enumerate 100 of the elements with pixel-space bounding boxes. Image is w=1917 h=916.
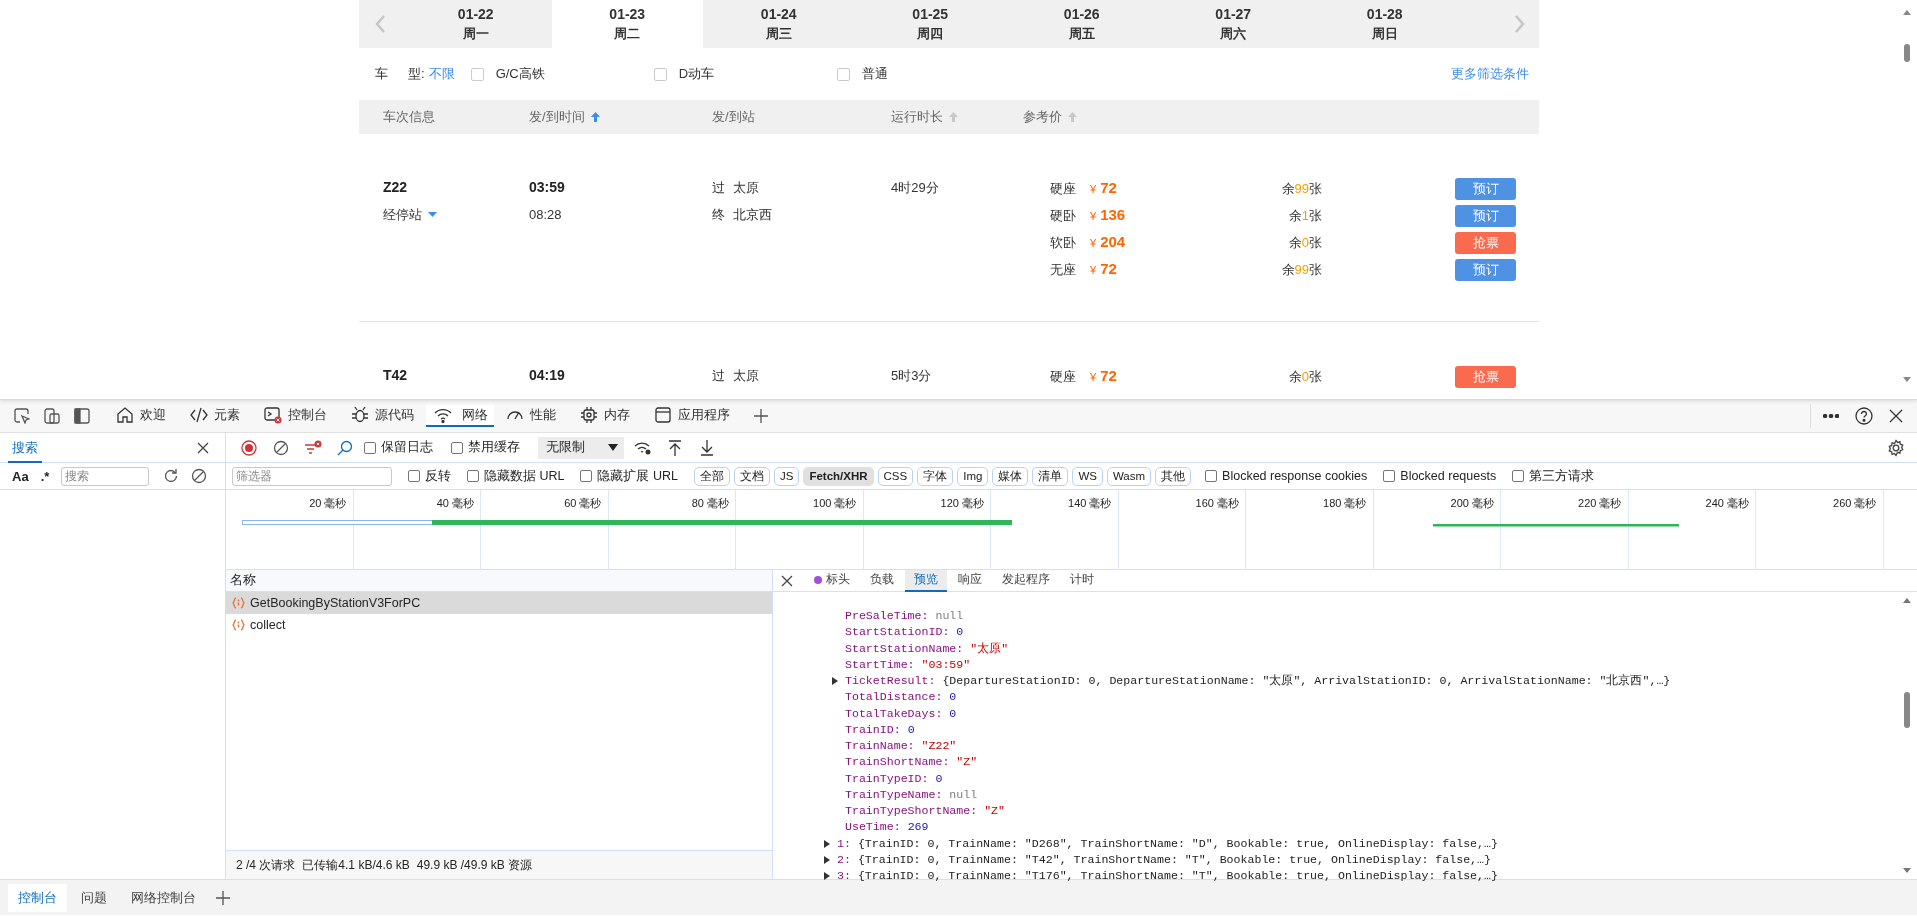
date-tab[interactable]: 01-22 周一 — [400, 0, 552, 48]
devtools-tab[interactable]: 源代码 — [339, 400, 426, 432]
match-case-toggle[interactable]: Aa — [12, 468, 29, 484]
close-icon[interactable] — [1889, 409, 1903, 423]
stops-link[interactable]: 经停站 — [383, 201, 437, 228]
checkbox[interactable] — [1205, 470, 1218, 482]
property-name: TotalDistance: — [845, 689, 943, 706]
details-tab[interactable]: 标头 — [805, 569, 859, 592]
checkbox[interactable] — [580, 470, 593, 482]
date-tab[interactable]: 01-23 周二 — [551, 0, 703, 48]
clear-icon[interactable] — [273, 439, 289, 456]
type-filter-button[interactable]: 其他 — [1155, 466, 1192, 486]
throttle-select[interactable]: 无限制 — [538, 436, 624, 459]
devtools-tab[interactable]: 网络 — [426, 405, 494, 427]
close-icon[interactable] — [781, 574, 793, 587]
date-tab[interactable]: 01-27 周六 — [1157, 0, 1309, 48]
add-icon[interactable] — [754, 409, 768, 423]
train-number[interactable]: Z22 — [383, 174, 408, 201]
type-filter-button[interactable]: CSS — [877, 466, 914, 486]
checkbox[interactable] — [451, 441, 463, 454]
date-tab[interactable]: 01-24 周三 — [703, 0, 855, 48]
devtools-tab[interactable]: 元素 — [178, 400, 252, 432]
property-value: null — [935, 608, 964, 624]
type-filter-button[interactable]: JS — [773, 466, 800, 486]
property-name: UseTime: — [845, 819, 901, 836]
collapsed-triangle-icon[interactable] — [831, 677, 839, 686]
type-filter-button[interactable]: 文档 — [733, 466, 770, 486]
type-filter-button[interactable]: 媒体 — [992, 466, 1029, 486]
details-tab[interactable]: 响应 — [949, 569, 991, 592]
devtools-tab[interactable]: 控制台 — [252, 400, 339, 432]
seat-type: 无座 — [1050, 261, 1077, 279]
inspect-icon[interactable] — [14, 408, 30, 424]
checkbox-label: Blocked response cookies — [1222, 469, 1368, 483]
more-filters-link[interactable]: 更多筛选条件 — [1451, 65, 1529, 83]
checkbox[interactable] — [364, 441, 376, 454]
device-icon[interactable] — [44, 408, 60, 424]
details-tab[interactable]: 负载 — [861, 569, 903, 592]
panel-icon[interactable] — [74, 408, 90, 424]
collapsed-triangle-icon[interactable] — [823, 855, 831, 864]
details-tab[interactable]: 计时 — [1061, 569, 1103, 592]
devtools-tab[interactable]: 内存 — [568, 400, 642, 432]
column-header[interactable]: 发/到时间 — [529, 108, 585, 126]
property-name: TicketResult: — [845, 673, 936, 689]
type-filter-button[interactable]: 全部 — [693, 466, 730, 486]
more-icon[interactable] — [1823, 414, 1839, 418]
drawer-tab[interactable]: 问题 — [71, 883, 117, 912]
search-field[interactable]: 搜索 — [61, 466, 150, 486]
filter-value[interactable]: 不限 — [428, 65, 455, 83]
property-value: 0 — [956, 624, 964, 641]
download-icon[interactable] — [700, 439, 714, 456]
filter-icon[interactable] — [304, 439, 322, 456]
column-header[interactable]: 参考价 — [1023, 108, 1062, 126]
sort-up-icon[interactable] — [590, 112, 600, 122]
type-filter-button[interactable]: Img — [957, 466, 989, 486]
column-header[interactable]: 运行时长 — [891, 108, 943, 126]
request-row[interactable]: GetBookingByStationV3ForPC — [226, 592, 772, 614]
collapsed-triangle-icon[interactable] — [823, 872, 831, 881]
checkbox[interactable] — [1383, 470, 1396, 482]
devtools-tab[interactable]: 欢迎 — [104, 400, 178, 432]
devtools-tab[interactable]: 应用程序 — [642, 400, 742, 432]
arrival-time: 08:28 — [529, 206, 562, 224]
type-filter-button[interactable]: 字体 — [917, 466, 954, 486]
request-row[interactable]: collect — [226, 614, 772, 636]
search-tab[interactable]: 搜索 — [8, 434, 42, 463]
caret-down-icon — [428, 212, 437, 217]
search-icon[interactable] — [337, 439, 353, 456]
date-tab[interactable]: 01-25 周四 — [854, 0, 1006, 48]
filter-field[interactable]: 筛选器 — [232, 466, 392, 486]
date-tab[interactable]: 01-28 周日 — [1309, 0, 1461, 48]
drawer-tab[interactable]: 控制台 — [8, 883, 67, 912]
console-icon — [264, 406, 282, 424]
checkbox[interactable] — [408, 470, 420, 482]
help-icon[interactable] — [1855, 407, 1873, 425]
drawer-tab[interactable]: 网络控制台 — [121, 883, 206, 912]
type-filter-button[interactable]: Fetch/XHR — [803, 466, 874, 486]
regex-toggle[interactable]: .* — [40, 468, 50, 484]
clear-icon[interactable] — [191, 468, 208, 484]
checkbox[interactable] — [470, 67, 484, 81]
details-tab[interactable]: 预览 — [905, 569, 947, 592]
type-filter-button[interactable]: WS — [1072, 466, 1103, 486]
type-filter-button[interactable]: Wasm — [1106, 466, 1152, 486]
checkbox[interactable] — [1512, 470, 1525, 482]
details-tab[interactable]: 发起程序 — [993, 569, 1059, 592]
column-header[interactable]: 名称 — [230, 572, 256, 589]
collapsed-triangle-icon[interactable] — [823, 839, 831, 848]
record-icon[interactable] — [241, 439, 257, 456]
upload-icon[interactable] — [668, 439, 682, 456]
close-icon[interactable] — [197, 441, 209, 454]
checkbox[interactable] — [467, 470, 479, 482]
checkbox[interactable] — [653, 67, 667, 81]
train-number[interactable]: T42 — [383, 362, 408, 389]
add-icon[interactable] — [216, 890, 230, 905]
type-filter-button[interactable]: 清单 — [1032, 466, 1069, 486]
devtools-tab[interactable]: 性能 — [494, 400, 568, 432]
date-tab[interactable]: 01-26 周五 — [1006, 0, 1158, 48]
checkbox[interactable] — [836, 67, 850, 81]
property-name: TrainTypeID: — [845, 770, 929, 787]
settings-icon[interactable] — [1887, 438, 1905, 457]
fetch-icon — [232, 597, 245, 609]
refresh-icon[interactable] — [163, 468, 180, 484]
